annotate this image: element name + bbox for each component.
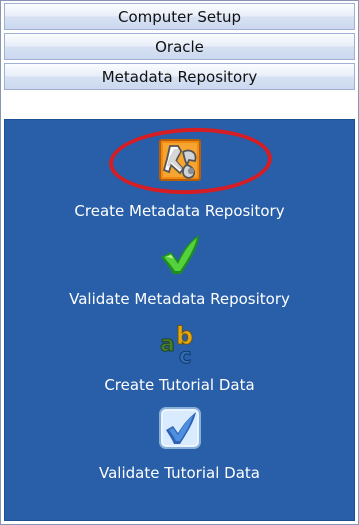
section-computer-setup[interactable]: Computer Setup [4,3,355,30]
section-oracle[interactable]: Oracle [4,33,355,60]
section-label-metadata-repository: Metadata Repository [101,67,258,86]
validate-metadata-repository-item[interactable]: Validate Metadata Repository [5,230,354,322]
validate-metadata-repository-label[interactable]: Validate Metadata Repository [5,290,354,308]
navigation-panel: Computer Setup Oracle Metadata Repositor… [0,0,359,525]
svg-text:c: c [179,344,191,366]
tools-icon[interactable] [156,136,204,184]
validate-tutorial-data-label[interactable]: Validate Tutorial Data [5,464,354,482]
section-label-computer-setup: Computer Setup [118,7,241,26]
section-metadata-repository[interactable]: Metadata Repository [4,63,355,90]
section-label-oracle: Oracle [155,37,204,56]
checkmark-icon[interactable] [156,230,204,278]
check-box-icon[interactable] [156,404,204,452]
create-metadata-repository-item[interactable]: Create Metadata Repository [5,120,354,230]
create-tutorial-data-label[interactable]: Create Tutorial Data [5,376,354,394]
validate-tutorial-data-item[interactable]: Validate Tutorial Data [5,400,354,500]
abc-letters-icon[interactable]: a b c a b c [158,322,202,369]
create-metadata-repository-label[interactable]: Create Metadata Repository [5,202,354,220]
create-tutorial-data-item[interactable]: a b c a b c Create Tutorial Data [5,322,354,404]
metadata-repository-content: Create Metadata Repository Validate Meta… [4,119,355,521]
svg-text:a: a [160,332,175,357]
